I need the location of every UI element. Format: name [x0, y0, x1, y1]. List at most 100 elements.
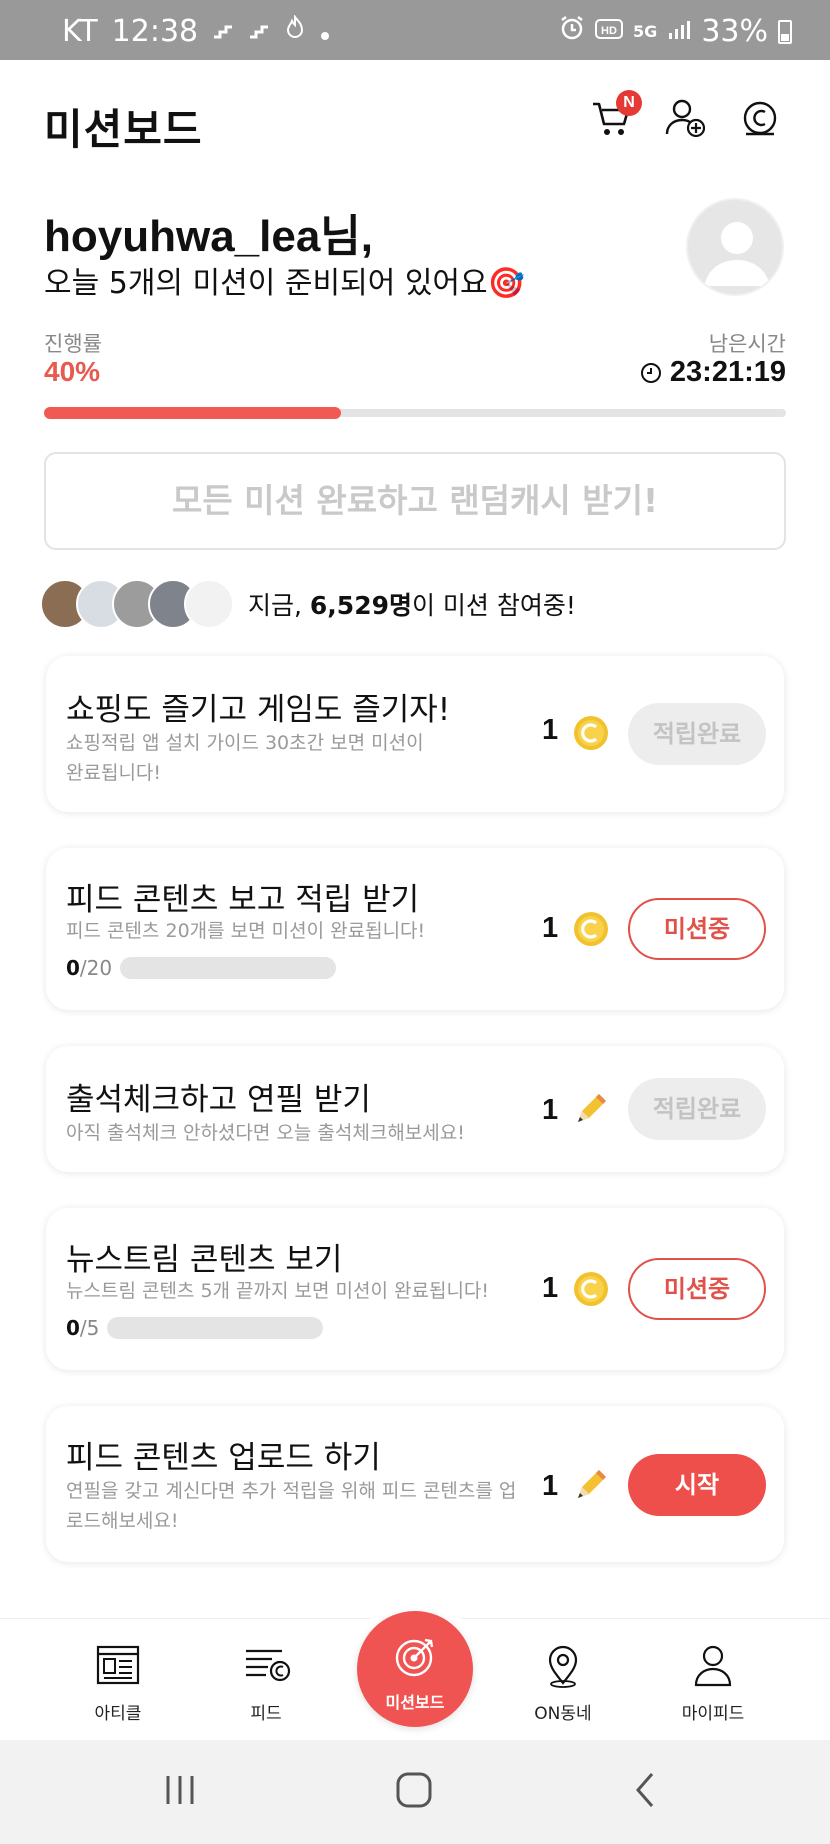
mission-progress: 0 /20 [66, 956, 337, 980]
greeting-subtitle: 오늘 5개의 미션이 준비되어 있어요🎯 [44, 266, 525, 301]
cart-badge: N [616, 90, 642, 116]
add-friend-button[interactable] [664, 96, 716, 148]
reward-amount: 1 [542, 912, 559, 944]
back-icon[interactable] [626, 1770, 666, 1810]
status-right: HD 5G 33% [559, 14, 792, 49]
app-header: 미션보드 N [0, 60, 830, 182]
battery-percent: 33% [701, 14, 768, 49]
participants-row: 지금, 6,529명이 미션 참여중! [40, 578, 576, 630]
mission-title: 쇼핑도 즐기고 게임도 즐기자! [66, 692, 451, 728]
progress-current: 0 [66, 1316, 80, 1340]
carrier-label: KT [62, 14, 98, 49]
cash-icon [743, 101, 777, 136]
mission-title: 뉴스트림 콘텐츠 보기 [66, 1242, 343, 1278]
participants-prefix: 지금, [248, 591, 310, 620]
location-icon [548, 1645, 578, 1688]
progress-total: /20 [79, 956, 113, 980]
home-icon[interactable] [394, 1770, 434, 1810]
nav-feed[interactable]: 피드 [206, 1619, 326, 1741]
status-left: KT 12:38 [62, 14, 330, 49]
progress-bar-fill [44, 407, 341, 419]
status-bar: KT 12:38 HD 5G 33% [0, 0, 830, 60]
battery-icon [778, 19, 792, 44]
mission-description: 쇼핑적립 앱 설치 가이드 30초간 보면 미션이 완료됩니다! [66, 732, 424, 784]
svg-text:HD: HD [601, 25, 617, 37]
feed-icon [246, 1649, 291, 1682]
mission-description: 피드 콘텐츠 20개를 보면 미션이 완료됩니다! [66, 920, 426, 942]
cart-button[interactable]: N [590, 90, 642, 148]
greeting-username: hoyuhwa_lea님, [44, 212, 374, 261]
nav-article[interactable]: 아티클 [58, 1619, 178, 1741]
mission-description: 뉴스트림 콘텐츠 5개 끝까지 보면 미션이 완료됩니다! [66, 1280, 490, 1302]
signal-icon [667, 14, 691, 49]
pencil-icon [578, 1094, 606, 1122]
mission-status-button[interactable]: 적립완료 [628, 703, 766, 765]
random-cash-banner[interactable]: 모든 미션 완료하고 랜덤캐시 받기! [44, 452, 786, 550]
page-title: 미션보드 [44, 105, 203, 154]
participants-suffix: 이 미션 참여중! [411, 591, 576, 620]
hd-icon: HD [595, 14, 624, 49]
mission-card[interactable]: 피드 콘텐츠 업로드 하기 연필을 갖고 계신다면 추가 적립을 위해 피드 콘… [46, 1406, 784, 1562]
mission-progress: 0 /5 [66, 1316, 324, 1340]
coin-icon [574, 1272, 608, 1306]
mission-card[interactable]: 뉴스트림 콘텐츠 보기 뉴스트림 콘텐츠 5개 끝까지 보면 미션이 완료됩니다… [46, 1208, 784, 1370]
mission-card[interactable]: 피드 콘텐츠 보고 적립 받기 피드 콘텐츠 20개를 보면 미션이 완료됩니다… [46, 848, 784, 1010]
notification-icon [212, 14, 234, 49]
pencil-icon [578, 1470, 606, 1498]
progress-total: /5 [79, 1316, 100, 1340]
notification-icon-2 [248, 14, 270, 49]
nav-label: ON동네 [534, 1704, 592, 1724]
mission-start-button[interactable]: 시작 [628, 1454, 766, 1516]
nav-mission-board[interactable]: 미션보드 [357, 1611, 473, 1727]
progress-label: 진행률 [44, 332, 102, 356]
remaining-time-label: 남은시간 [708, 332, 786, 356]
participants-count: 6,529명 [309, 591, 412, 620]
add-user-icon [665, 99, 706, 138]
reward-amount: 1 [542, 1272, 559, 1304]
mission-progress-bar [107, 1317, 324, 1339]
mission-description: 아직 출석체크 안하셨다면 오늘 출석체크해보세요! [66, 1122, 465, 1144]
flame-lock-icon [284, 14, 306, 49]
participant-avatar [184, 579, 234, 629]
reward-amount: 1 [542, 1094, 559, 1126]
recent-apps-icon[interactable] [160, 1770, 200, 1810]
network-type: 5G [633, 22, 658, 41]
mission-title: 피드 콘텐츠 업로드 하기 [66, 1440, 381, 1476]
mission-status-button[interactable]: 적립완료 [628, 1078, 766, 1140]
nav-label: 아티클 [94, 1704, 142, 1724]
mission-title: 피드 콘텐츠 보고 적립 받기 [66, 882, 420, 918]
nav-label: 미션보드 [385, 1693, 445, 1712]
mission-status-button[interactable]: 미션중 [628, 1258, 766, 1320]
alarm-icon [559, 14, 585, 49]
remaining-time: 23:21:19 [640, 356, 786, 389]
person-icon [694, 1645, 732, 1687]
person-avatar-icon [704, 222, 770, 286]
nav-on-neighborhood[interactable]: ON동네 [503, 1619, 623, 1741]
nav-label: 피드 [250, 1704, 282, 1724]
nav-label: 마이피드 [681, 1704, 745, 1724]
cash-button[interactable] [738, 96, 790, 148]
coin-icon [574, 912, 608, 946]
coin-icon [574, 716, 608, 750]
reward-amount: 1 [542, 714, 559, 746]
reward-amount: 1 [542, 1470, 559, 1502]
participants-text: 지금, 6,529명이 미션 참여중! [248, 586, 576, 622]
system-navigation-bar [0, 1740, 830, 1844]
article-icon [96, 1645, 140, 1685]
progress-value: 40% [44, 356, 101, 387]
progress-bar [44, 407, 786, 419]
nav-my-feed[interactable]: 마이피드 [653, 1619, 773, 1741]
profile-avatar[interactable] [686, 198, 784, 296]
remaining-time-value: 23:21:19 [669, 356, 786, 388]
target-icon [395, 1638, 434, 1677]
mission-card[interactable]: 쇼핑도 즐기고 게임도 즐기자! 쇼핑적립 앱 설치 가이드 30초간 보면 미… [46, 656, 784, 812]
clock: 12:38 [111, 14, 199, 49]
clock-icon [640, 362, 661, 383]
mission-status-button[interactable]: 미션중 [628, 898, 766, 960]
mission-progress-bar [120, 957, 337, 979]
dot-icon [320, 14, 330, 49]
progress-current: 0 [66, 956, 80, 980]
mission-card[interactable]: 출석체크하고 연필 받기 아직 출석체크 안하셨다면 오늘 출석체크해보세요! … [46, 1046, 784, 1172]
mission-title: 출석체크하고 연필 받기 [66, 1082, 371, 1118]
mission-description: 연필을 갖고 계신다면 추가 적립을 위해 피드 콘텐츠를 업로드해보세요! [66, 1480, 517, 1532]
